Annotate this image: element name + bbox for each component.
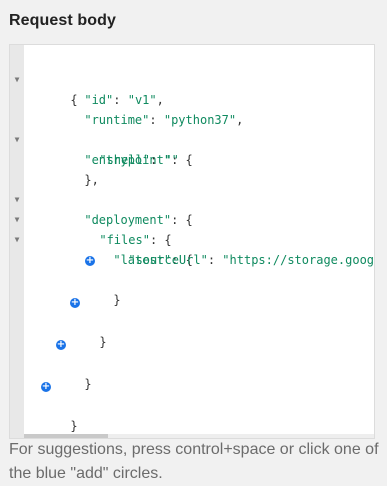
code-line: } — [113, 293, 121, 307]
json-value: "https://storage.googleapis — [222, 253, 375, 267]
code-line: } — [84, 377, 92, 391]
add-property-icon[interactable]: + — [70, 298, 80, 308]
add-property-icon[interactable]: + — [85, 256, 95, 266]
code-line: ▼ "latest": { — [15, 210, 193, 267]
add-property-icon[interactable]: + — [56, 340, 66, 350]
code-line: "runtime": "python37", — [84, 113, 244, 127]
code-line: ▼ "deployment": { — [15, 170, 193, 227]
code-line: ▼ "files": { — [15, 190, 172, 247]
fold-toggle-icon[interactable]: ▼ — [12, 130, 22, 150]
code-line: "shell": "" — [99, 153, 179, 167]
suggestions-hint: For suggestions, press control+space or … — [9, 441, 379, 482]
request-body-title: Request body — [9, 12, 116, 29]
fold-toggle-icon[interactable]: ▼ — [12, 230, 22, 250]
json-value: "" — [164, 153, 179, 167]
code-line: "sourceUrl": "https://storage.googleapis — [85, 230, 374, 267]
json-key: "shell" — [99, 153, 150, 167]
code-line: }, — [84, 173, 99, 187]
code-line: ▼ { — [15, 50, 78, 107]
code-line: ▼ "entrypoint": { — [15, 110, 193, 167]
json-key: "sourceUrl" — [128, 253, 208, 267]
add-property-icon[interactable]: + — [41, 382, 51, 392]
code-line: } — [70, 419, 78, 433]
code-line: "id": "v1", — [84, 93, 164, 107]
fold-toggle-icon[interactable]: ▼ — [12, 70, 22, 90]
fold-toggle-icon[interactable]: ▼ — [12, 210, 22, 230]
json-editor[interactable]: ▼ { "id": "v1", "runtime": "python37", ▼… — [9, 44, 375, 439]
fold-toggle-icon[interactable]: ▼ — [12, 190, 22, 210]
code-line: } — [99, 335, 107, 349]
